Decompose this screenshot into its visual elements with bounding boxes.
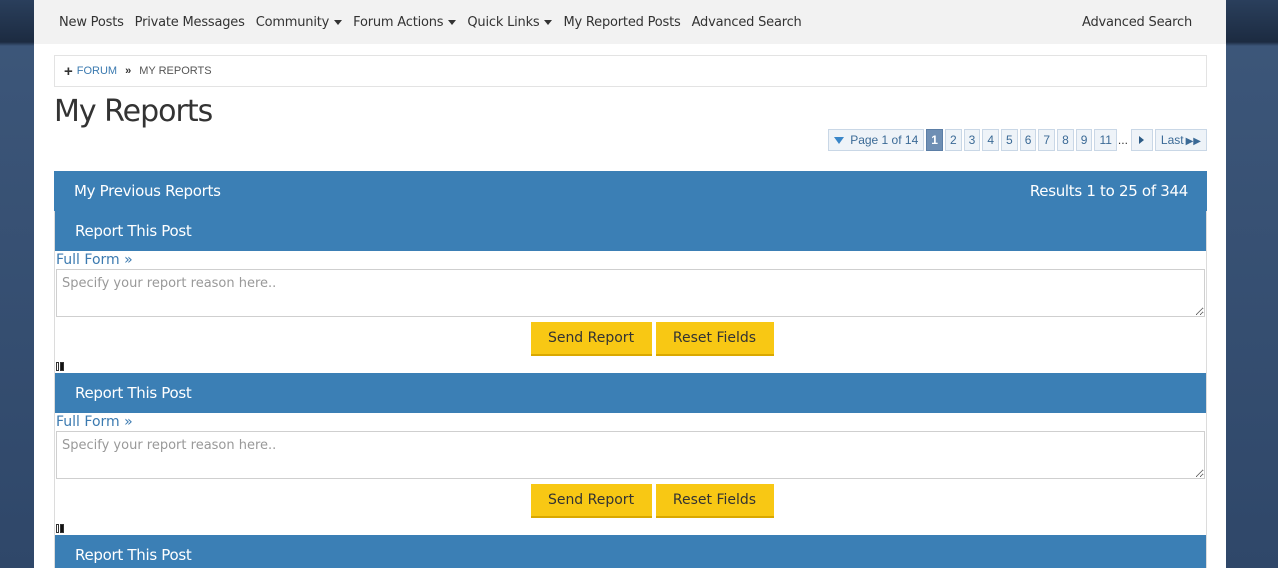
page-jump-dropdown[interactable]: Page 1 of 14 [828, 129, 925, 151]
nav-label: Community [255, 14, 330, 30]
page-link[interactable]: 6 [1019, 129, 1037, 151]
double-arrow-right-icon: ▶▶ [1185, 136, 1201, 147]
caret-down-icon [334, 19, 343, 25]
next-page-button[interactable] [1130, 129, 1153, 151]
page-title: My Reports [54, 94, 213, 129]
report-reason-input[interactable] [56, 431, 1205, 479]
full-form-link[interactable]: Full Form » [55, 251, 1206, 269]
reset-fields-button[interactable]: Reset Fields [655, 322, 774, 356]
nav-label: Forum Actions [353, 14, 444, 30]
page-link[interactable]: 2 [944, 129, 962, 151]
page-link[interactable]: 3 [963, 129, 981, 151]
nav-label: Advanced Search [691, 14, 802, 30]
resize-handle-icon [56, 362, 66, 371]
caret-down-icon [544, 19, 553, 25]
report-header: Report This Post [55, 373, 1206, 413]
report-block: Report This Post [54, 535, 1207, 568]
plus-icon[interactable]: + [64, 64, 73, 79]
send-report-button[interactable]: Send Report [530, 484, 652, 518]
breadcrumb: + FORUM » MY REPORTS [54, 55, 1207, 87]
page-link[interactable]: 9 [1075, 129, 1093, 151]
report-block: Report This Post Full Form » Send Report… [54, 211, 1207, 373]
section-title: My Previous Reports [74, 182, 221, 200]
reset-fields-button[interactable]: Reset Fields [655, 484, 774, 518]
pagination-ellipsis: ... [1117, 133, 1128, 147]
background-right [1226, 0, 1278, 568]
button-row: Send Report Reset Fields [55, 484, 1206, 518]
page-current: 1 [926, 129, 943, 151]
breadcrumb-current: MY REPORTS [139, 65, 212, 77]
page-container: New Posts Private Messages Community For… [34, 0, 1226, 568]
page-link[interactable]: 11 [1094, 129, 1117, 151]
caret-down-icon [448, 19, 457, 25]
triangle-down-icon [834, 136, 845, 144]
nav-new-posts[interactable]: New Posts [59, 15, 124, 30]
last-page-button[interactable]: Last ▶▶ [1154, 129, 1207, 151]
arrow-right-icon [1139, 136, 1145, 144]
nav-private-messages[interactable]: Private Messages [135, 15, 245, 30]
report-list: Report This Post Full Form » Send Report… [54, 211, 1207, 568]
page-link[interactable]: 4 [982, 129, 999, 151]
button-row: Send Report Reset Fields [55, 322, 1206, 356]
page-label: Page 1 of 14 [850, 133, 919, 147]
report-block: Report This Post Full Form » Send Report… [54, 373, 1207, 535]
report-header: Report This Post [55, 211, 1206, 251]
background-left [0, 0, 34, 568]
top-navbar: New Posts Private Messages Community For… [34, 0, 1226, 44]
send-report-button[interactable]: Send Report [530, 322, 652, 356]
report-reason-input[interactable] [56, 269, 1205, 317]
nav-label: My Reported Posts [563, 14, 681, 30]
nav-forum-actions[interactable]: Forum Actions [353, 14, 457, 30]
breadcrumb-forum-link[interactable]: FORUM [77, 65, 117, 77]
report-header: Report This Post [55, 535, 1206, 568]
pagination: Page 1 of 14 1 2 3 4 5 6 7 8 9 11 ... La… [826, 129, 1207, 151]
section-header: My Previous Reports Results 1 to 25 of 3… [54, 171, 1207, 211]
nav-label: Private Messages [134, 14, 245, 30]
nav-community[interactable]: Community [255, 14, 343, 30]
last-label: Last [1160, 133, 1184, 147]
nav-advanced-search-right[interactable]: Advanced Search [1082, 15, 1192, 30]
resize-handle-icon [56, 524, 66, 533]
page-link[interactable]: 7 [1038, 129, 1056, 151]
nav-quick-links[interactable]: Quick Links [467, 14, 553, 30]
results-count: Results 1 to 25 of 344 [1029, 182, 1188, 200]
nav-advanced-search[interactable]: Advanced Search [692, 15, 802, 30]
double-chevron-right-icon: » [125, 65, 132, 77]
page-link[interactable]: 5 [1001, 129, 1018, 151]
nav-my-reported-posts[interactable]: My Reported Posts [563, 15, 680, 30]
nav-label: New Posts [59, 14, 124, 30]
page-link[interactable]: 8 [1057, 129, 1074, 151]
nav-label: Quick Links [467, 14, 540, 30]
full-form-link[interactable]: Full Form » [55, 413, 1206, 431]
